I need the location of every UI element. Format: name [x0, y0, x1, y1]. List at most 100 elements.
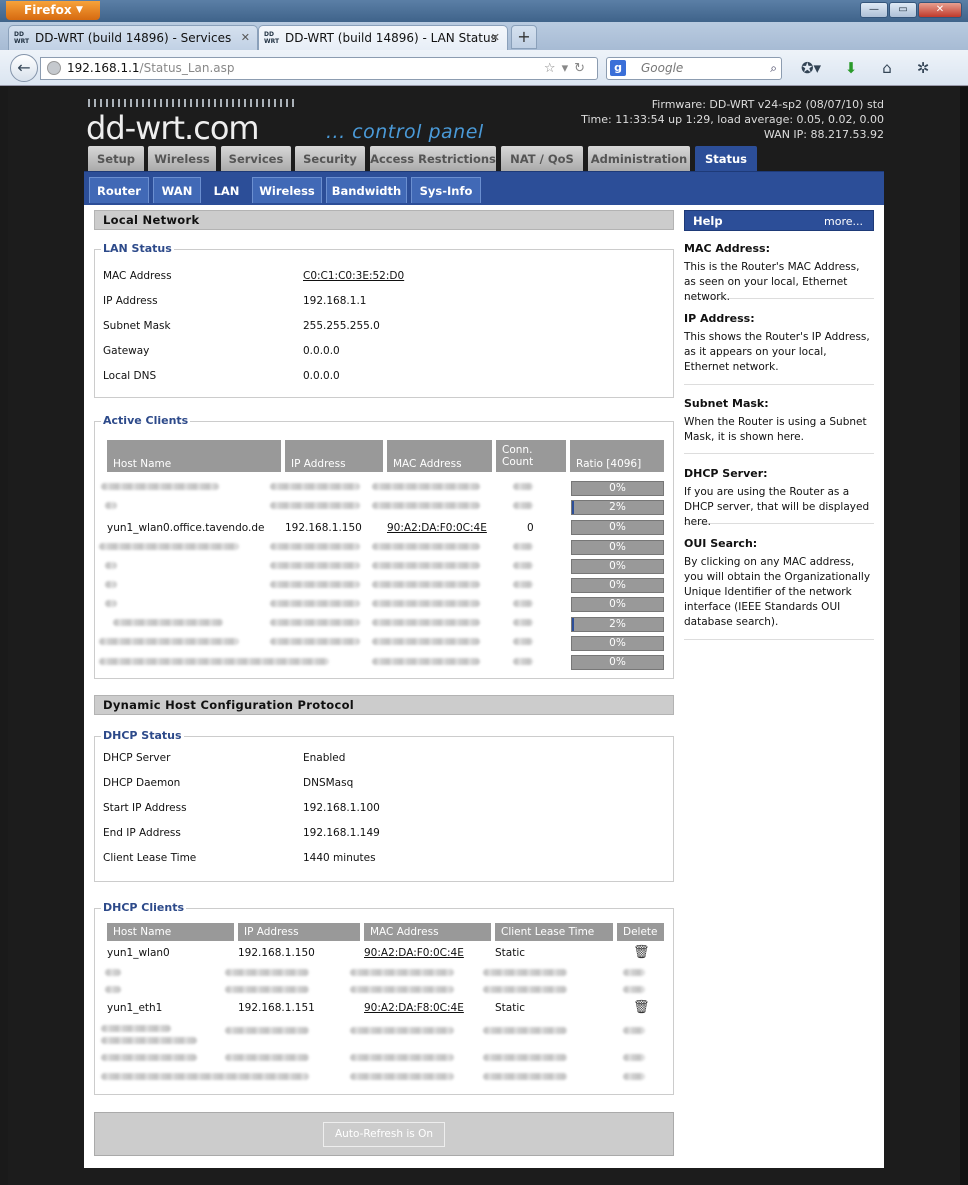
start-ip-label: Start IP Address: [103, 802, 187, 814]
subtab-router[interactable]: Router: [89, 177, 149, 203]
help-item-oui: OUI Search: By clicking on any MAC addres…: [684, 536, 874, 640]
browser-tab-lan-status[interactable]: DD WRT DD-WRT (build 14896) - LAN Status …: [258, 25, 508, 52]
client-host: yun1_wlan0.office.tavendo.de: [107, 522, 265, 534]
blurred-mac: [372, 581, 480, 588]
dhcp-status-fieldset: DHCP Status DHCP Server Enabled DHCP Dae…: [94, 729, 674, 882]
url-bar[interactable]: 192.168.1.1/Status_Lan.asp ☆▾↻: [40, 57, 598, 80]
subtab-lan[interactable]: LAN: [205, 177, 248, 203]
blurred-host: [105, 581, 117, 588]
dhcp-daemon-value: DNSMasq: [303, 777, 354, 789]
subtab-wireless[interactable]: Wireless: [252, 177, 322, 203]
firefox-menu-button[interactable]: Firefox ▼: [6, 1, 100, 20]
gateway-label: Gateway: [103, 345, 150, 357]
bookmarks-menu-icon[interactable]: ✪▾: [796, 58, 826, 78]
firmware-info: Firmware: DD-WRT v24-sp2 (08/07/10) std …: [464, 97, 884, 142]
blurred-ip: [270, 619, 360, 626]
router-ip-value: 192.168.1.1: [303, 295, 367, 307]
addon-icon[interactable]: ✲: [912, 58, 934, 78]
dhcp-client-lease: Static: [495, 1002, 526, 1014]
google-icon[interactable]: g: [610, 60, 626, 76]
blurred-ip: [270, 483, 360, 490]
dhcp-status-legend: DHCP Status: [101, 729, 184, 742]
ratio-label: 2%: [609, 618, 626, 630]
dhcp-client-mac-link[interactable]: 90:A2:DA:F0:0C:4E: [364, 947, 464, 959]
section-title-local-network: Local Network: [94, 210, 674, 230]
tab-setup[interactable]: Setup: [88, 146, 144, 172]
close-tab-icon[interactable]: ✕: [241, 26, 250, 50]
dhcp-client-host: yun1_wlan0: [107, 947, 170, 959]
subnet-mask-label: Subnet Mask: [103, 320, 171, 332]
tab-wireless[interactable]: Wireless: [148, 146, 216, 172]
search-placeholder: Google: [641, 61, 684, 75]
tab-status[interactable]: Status: [695, 146, 757, 172]
trash-icon[interactable]: 🗑: [633, 945, 650, 960]
content-panel: Local Network LAN Status MAC Address C0:…: [84, 205, 884, 1168]
ratio-label: 0%: [609, 541, 626, 553]
tab-access-restrictions[interactable]: Access Restrictions: [370, 146, 496, 172]
close-window-button[interactable]: ✕: [918, 2, 962, 18]
blurred-ip: [225, 1054, 309, 1061]
blurred-trash: [623, 1073, 645, 1080]
router-mac-link[interactable]: C0:C1:C0:3E:52:D0: [303, 270, 404, 282]
refresh-bar: Auto-Refresh is On: [94, 1112, 674, 1156]
blurred-ip: [270, 543, 360, 550]
dhcp-client-mac-link[interactable]: 90:A2:DA:F8:0C:4E: [364, 1002, 464, 1014]
tab-services[interactable]: Services: [221, 146, 291, 172]
window-titlebar: Firefox ▼ — ▭ ✕: [0, 0, 968, 22]
new-tab-button[interactable]: +: [511, 25, 537, 49]
close-tab-icon[interactable]: ✕: [491, 26, 500, 50]
blurred-mac: [372, 483, 480, 490]
gateway-value: 0.0.0.0: [303, 345, 340, 357]
ddwrt-logo: dd-wrt.com: [86, 99, 306, 147]
blurred-host: [99, 658, 329, 665]
blurred-trash: [623, 969, 645, 976]
blurred-conn: [513, 562, 533, 569]
back-button[interactable]: ←: [10, 54, 38, 82]
help-item-text: This is the Router's MAC Address, as see…: [684, 261, 860, 303]
ratio-bar: 2%: [571, 500, 664, 515]
ratio-label: 0%: [609, 560, 626, 572]
subtab-wan[interactable]: WAN: [153, 177, 201, 203]
search-input[interactable]: g Google ⌕: [606, 57, 782, 80]
active-clients-fieldset: Active Clients Host Name IP Address MAC …: [94, 414, 674, 679]
ratio-bar: 0%: [571, 655, 664, 670]
browser-tab-services[interactable]: DD WRT DD-WRT (build 14896) - Services ✕: [8, 25, 258, 51]
help-more-link[interactable]: more...: [824, 211, 863, 232]
blurred-ip: [270, 581, 360, 588]
tab-administration[interactable]: Administration: [588, 146, 690, 172]
blurred-host: [99, 638, 239, 645]
minimize-button[interactable]: —: [860, 2, 888, 18]
client-mac-link[interactable]: 90:A2:DA:F0:0C:4E: [387, 522, 487, 534]
maximize-button[interactable]: ▭: [889, 2, 917, 18]
subtab-bandwidth[interactable]: Bandwidth: [326, 177, 407, 203]
client-conn: 0: [527, 522, 534, 534]
url-path: /Status_Lan.asp: [139, 61, 235, 75]
home-icon[interactable]: ⌂: [876, 58, 898, 78]
bookmark-star-icon[interactable]: ☆▾↻: [544, 58, 591, 79]
chevron-down-icon: ▼: [76, 5, 83, 15]
help-item-title: MAC Address:: [684, 242, 771, 255]
subtab-sys-info[interactable]: Sys-Info: [411, 177, 481, 203]
blurred-ip: [270, 600, 360, 607]
blurred-mac: [350, 1073, 454, 1080]
trash-icon[interactable]: 🗑: [633, 1000, 650, 1015]
search-icon[interactable]: ⌕: [770, 58, 777, 79]
ratio-bar: 0%: [571, 578, 664, 593]
blurred-ip: [225, 986, 309, 993]
help-item-dhcp: DHCP Server: If you are using the Router …: [684, 466, 874, 528]
help-title: Help: [693, 214, 723, 228]
ratio-bar: 0%: [571, 481, 664, 496]
download-icon[interactable]: ⬇: [840, 58, 862, 78]
blurred-host: [105, 600, 117, 607]
blurred-mac: [372, 562, 480, 569]
blurred-conn: [513, 502, 533, 509]
tab-nat-qos[interactable]: NAT / QoS: [501, 146, 583, 172]
tab-strip: DD WRT DD-WRT (build 14896) - Services ✕ …: [0, 22, 968, 52]
blurred-mac: [372, 658, 480, 665]
tab-security[interactable]: Security: [295, 146, 365, 172]
dhcp-server-label: DHCP Server: [103, 752, 171, 764]
col-mac-address: MAC Address: [387, 440, 494, 472]
ratio-bar: 0%: [571, 520, 664, 535]
blurred-mac: [350, 969, 454, 976]
auto-refresh-button[interactable]: Auto-Refresh is On: [323, 1122, 445, 1147]
